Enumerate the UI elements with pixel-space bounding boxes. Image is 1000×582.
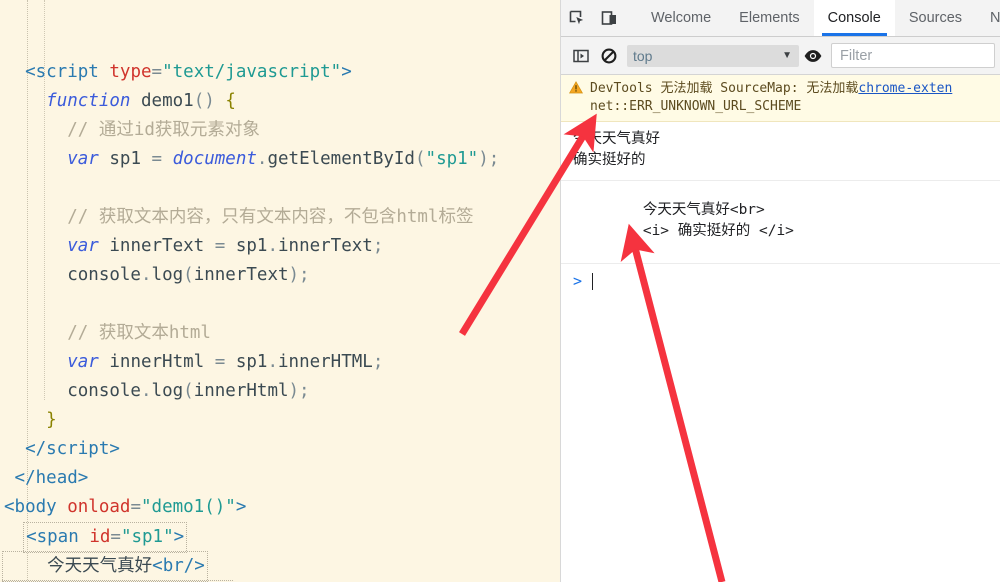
- devtools-panel: Welcome Elements Console Sources N top ▼…: [560, 0, 1000, 582]
- code-line-comment: // 获取文本内容，只有文本内容，不包含html标签: [67, 207, 474, 227]
- code-line: </head>: [14, 468, 89, 488]
- text-caret: [592, 272, 594, 290]
- tab-label: Console: [827, 10, 881, 26]
- console-warning-message[interactable]: DevTools 无法加载 SourceMap: 无法加载chrome-exte…: [561, 75, 1000, 122]
- warning-line1-prefix: DevTools 无法加载 SourceMap: 无法加载: [590, 81, 859, 96]
- code-line-comment: // 获取文本html: [67, 323, 211, 343]
- tab-network[interactable]: N: [976, 0, 1000, 36]
- console-warning-text: DevTools 无法加载 SourceMap: 无法加载chrome-exte…: [590, 80, 952, 116]
- code-line: <script type="text/javascript">: [25, 62, 352, 82]
- code-line: var sp1 = document.getElementById("sp1")…: [67, 149, 500, 169]
- code-line: </script>: [25, 439, 120, 459]
- code-line: function demo1() {: [46, 91, 236, 111]
- clear-console-icon[interactable]: [595, 42, 623, 70]
- tab-sources[interactable]: Sources: [895, 0, 976, 36]
- code-line-selected: <span id="sp1">: [0, 522, 560, 553]
- code-content[interactable]: <script type="text/javascript"> function…: [0, 0, 560, 582]
- warning-triangle-icon: [568, 81, 584, 100]
- code-line: var innerText = sp1.innerText;: [67, 236, 384, 256]
- devtools-tabbar: Welcome Elements Console Sources N: [561, 0, 1000, 37]
- console-log-message[interactable]: 今天天气真好 确实挺好的: [561, 122, 1000, 181]
- code-line: <body onload="demo1()">: [4, 497, 247, 517]
- sourcemap-link[interactable]: chrome-exten: [858, 81, 952, 96]
- code-line-comment: // 通过id获取元素对象: [67, 120, 260, 140]
- innertext-output-text: 今天天气真好 确实挺好的: [573, 131, 660, 168]
- console-message-list[interactable]: DevTools 无法加载 SourceMap: 无法加载chrome-exte…: [561, 75, 1000, 582]
- code-line: var innerHtml = sp1.innerHTML;: [67, 352, 384, 372]
- code-line: }: [46, 410, 57, 430]
- prompt-chevron-icon: >: [573, 272, 583, 290]
- tab-label: Sources: [908, 10, 963, 26]
- code-line-selected: 今天天气真好<br/>: [0, 551, 560, 582]
- device-toolbar-icon[interactable]: [593, 0, 625, 36]
- console-log-message[interactable]: 今天天气真好<br> <i> 确实挺好的 </i>: [561, 181, 1000, 264]
- tab-elements[interactable]: Elements: [725, 0, 813, 36]
- console-filter-input[interactable]: Filter: [831, 43, 995, 68]
- console-toolbar: top ▼ Filter: [561, 37, 1000, 75]
- code-editor[interactable]: <script type="text/javascript"> function…: [0, 0, 560, 582]
- tab-console[interactable]: Console: [813, 0, 895, 36]
- live-expression-eye-icon[interactable]: [799, 42, 827, 70]
- tab-label: Elements: [739, 10, 800, 26]
- screenshot-root: <script type="text/javascript"> function…: [0, 0, 1000, 582]
- warning-line2: net::ERR_UNKNOWN_URL_SCHEME: [590, 99, 802, 114]
- tab-label: N: [990, 10, 1000, 26]
- console-sidebar-icon[interactable]: [567, 42, 595, 70]
- code-line: console.log(innerHtml);: [67, 381, 310, 401]
- execution-context-value: top: [633, 47, 653, 64]
- execution-context-select[interactable]: top ▼: [627, 44, 799, 67]
- tab-label: Welcome: [651, 10, 712, 26]
- chevron-down-icon: ▼: [782, 50, 792, 61]
- console-prompt[interactable]: >: [561, 264, 1000, 298]
- innerhtml-output-text: 今天天气真好<br> <i> 确实挺好的 </i>: [642, 202, 794, 239]
- filter-placeholder: Filter: [840, 47, 873, 64]
- tab-welcome[interactable]: Welcome: [637, 0, 725, 36]
- code-line: console.log(innerText);: [67, 265, 310, 285]
- devtools-tabs: Welcome Elements Console Sources N: [637, 0, 1000, 36]
- inspect-element-icon[interactable]: [561, 0, 593, 36]
